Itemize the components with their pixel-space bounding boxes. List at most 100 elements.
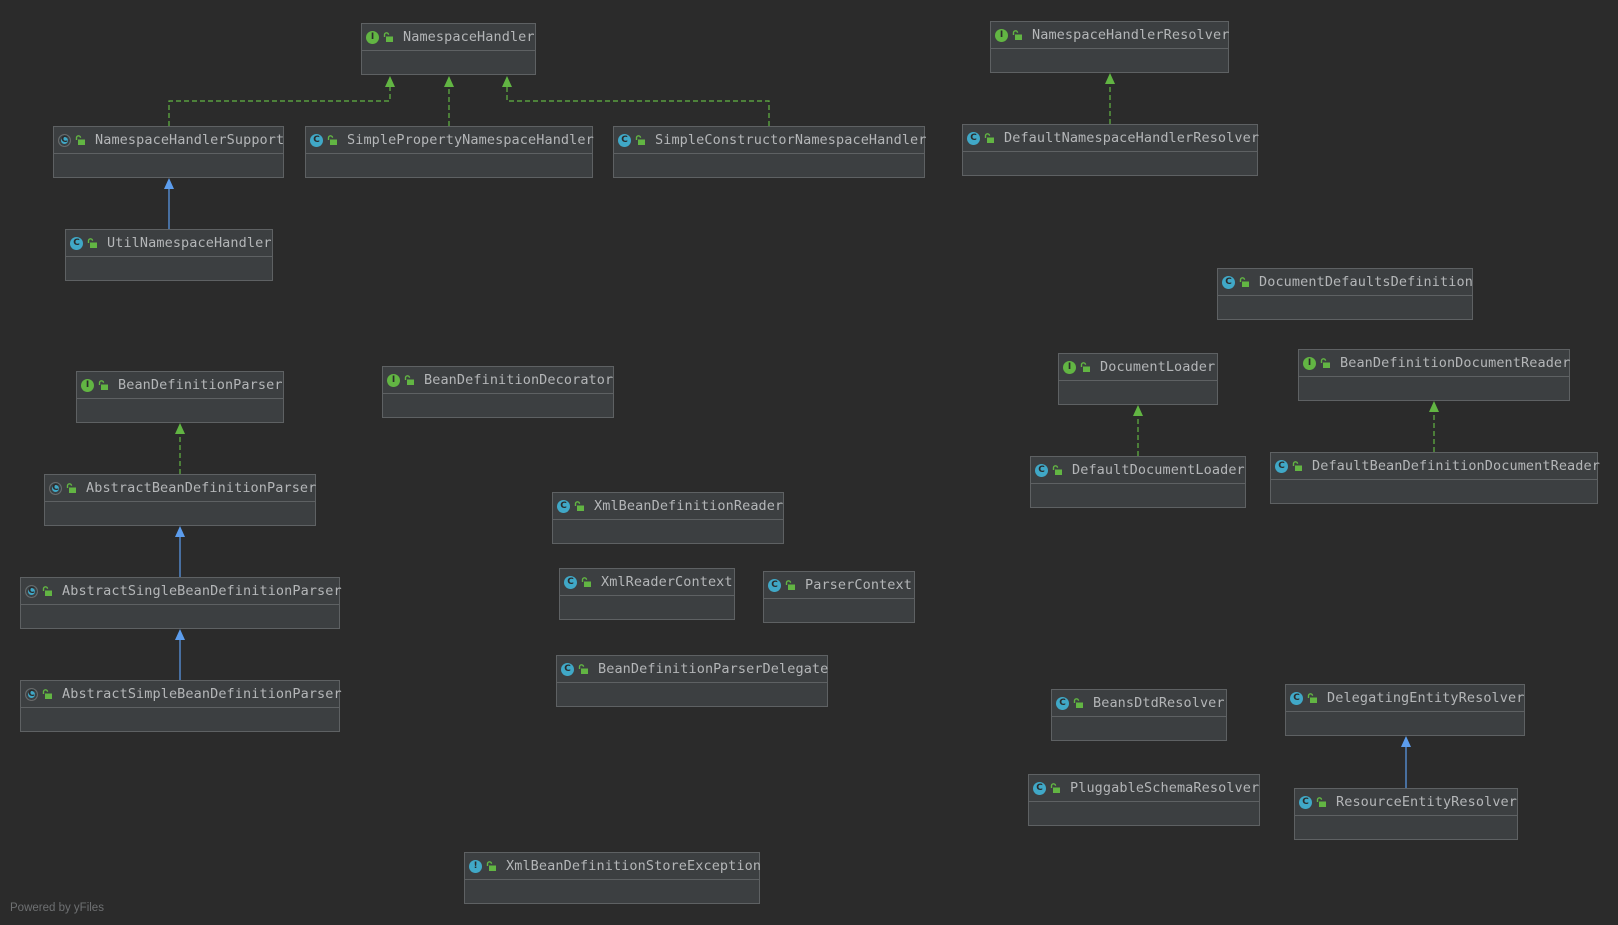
class-node-header: C AbstractBeanDefinitionParser bbox=[45, 475, 316, 502]
class-node-members bbox=[1295, 816, 1517, 836]
class-node-header: C DefaultBeanDefinitionDocumentReader bbox=[1271, 453, 1600, 480]
class-node-members bbox=[1052, 717, 1226, 737]
implements-edge-default-namespace-handler-resolver[interactable] bbox=[1105, 73, 1115, 124]
class-icon: C bbox=[1275, 459, 1288, 473]
class-node-document-defaults-definition[interactable]: C DocumentDefaultsDefinition bbox=[1217, 268, 1473, 320]
class-node-label: DelegatingEntityResolver bbox=[1327, 690, 1525, 706]
class-node-default-bean-definition-document-reader[interactable]: C DefaultBeanDefinitionDocumentReader bbox=[1270, 452, 1600, 504]
class-node-abstract-simple-bean-definition-parser[interactable]: C AbstractSimpleBeanDefinitionParser bbox=[20, 680, 342, 732]
class-node-members bbox=[557, 683, 827, 703]
public-visibility-icon bbox=[578, 664, 588, 674]
class-node-pluggable-schema-resolver[interactable]: C PluggableSchemaResolver bbox=[1028, 774, 1260, 826]
class-node-abstract-bean-definition-parser[interactable]: C AbstractBeanDefinitionParser bbox=[44, 474, 316, 526]
class-node-header: C DefaultDocumentLoader bbox=[1031, 457, 1245, 484]
class-node-xml-bean-definition-store-exception[interactable]: ! XmlBeanDefinitionStoreException bbox=[464, 852, 761, 904]
class-node-bean-definition-parser[interactable]: I BeanDefinitionParser bbox=[76, 371, 284, 423]
extends-edge-abstract-single-bean-definition-parser[interactable] bbox=[175, 526, 185, 577]
class-icon: C bbox=[618, 133, 631, 147]
implements-edge-namespace-handler-support[interactable] bbox=[168, 76, 395, 126]
public-visibility-icon bbox=[1292, 461, 1302, 471]
arrowhead-icon bbox=[502, 76, 512, 87]
class-node-delegating-entity-resolver[interactable]: C DelegatingEntityResolver bbox=[1285, 684, 1525, 736]
class-node-header: C DocumentDefaultsDefinition bbox=[1218, 269, 1473, 296]
class-node-label: DefaultBeanDefinitionDocumentReader bbox=[1312, 458, 1600, 474]
implements-edge-default-document-loader[interactable] bbox=[1133, 405, 1143, 456]
exception-class-icon: ! bbox=[469, 859, 482, 873]
extends-edge-abstract-simple-bean-definition-parser[interactable] bbox=[175, 629, 185, 680]
arrowhead-icon bbox=[444, 76, 454, 87]
class-icon: C bbox=[561, 662, 574, 676]
class-node-header: C DelegatingEntityResolver bbox=[1286, 685, 1524, 712]
class-node-simple-constructor-namespace-handler[interactable]: C SimpleConstructorNamespaceHandler bbox=[613, 126, 926, 178]
public-visibility-icon bbox=[486, 861, 496, 871]
class-node-beans-dtd-resolver[interactable]: C BeansDtdResolver bbox=[1051, 689, 1227, 741]
public-visibility-icon bbox=[42, 689, 52, 699]
class-node-members bbox=[553, 520, 783, 540]
class-node-label: BeanDefinitionDocumentReader bbox=[1340, 355, 1571, 371]
class-node-label: UtilNamespaceHandler bbox=[107, 235, 272, 251]
class-node-namespace-handler-support[interactable]: C NamespaceHandlerSupport bbox=[53, 126, 284, 178]
class-node-util-namespace-handler[interactable]: C UtilNamespaceHandler bbox=[65, 229, 273, 281]
class-node-members bbox=[991, 49, 1228, 69]
class-icon: C bbox=[1299, 795, 1312, 809]
class-node-namespace-handler[interactable]: I NamespaceHandler bbox=[361, 23, 536, 75]
interface-icon: I bbox=[387, 373, 400, 387]
arrowhead-icon bbox=[1133, 405, 1143, 416]
class-node-header: C SimpleConstructorNamespaceHandler bbox=[614, 127, 926, 154]
class-node-simple-property-namespace-handler[interactable]: C SimplePropertyNamespaceHandler bbox=[305, 126, 594, 178]
public-visibility-icon bbox=[383, 32, 393, 42]
class-node-members bbox=[1271, 480, 1597, 500]
class-node-header: C BeansDtdResolver bbox=[1052, 690, 1226, 717]
class-node-members bbox=[21, 708, 339, 728]
class-node-members bbox=[66, 257, 272, 277]
extends-edge-util-namespace-handler[interactable] bbox=[164, 178, 174, 229]
public-visibility-icon bbox=[1073, 698, 1083, 708]
extends-edge-resource-entity-resolver[interactable] bbox=[1401, 736, 1411, 788]
class-node-default-namespace-handler-resolver[interactable]: C DefaultNamespaceHandlerResolver bbox=[962, 124, 1259, 176]
class-icon: C bbox=[564, 575, 577, 589]
public-visibility-icon bbox=[1316, 797, 1326, 807]
class-node-label: SimplePropertyNamespaceHandler bbox=[347, 132, 594, 148]
implements-edge-default-bean-definition-document-reader[interactable] bbox=[1429, 401, 1439, 452]
implements-edge-simple-property-namespace-handler[interactable] bbox=[444, 76, 454, 126]
arrowhead-icon bbox=[164, 178, 174, 189]
class-node-xml-reader-context[interactable]: C XmlReaderContext bbox=[559, 568, 735, 620]
interface-icon: I bbox=[1063, 360, 1076, 374]
class-node-members bbox=[77, 399, 283, 419]
class-node-bean-definition-document-reader[interactable]: I BeanDefinitionDocumentReader bbox=[1298, 349, 1570, 401]
class-node-members bbox=[362, 51, 535, 71]
arrowhead-icon bbox=[385, 76, 395, 87]
public-visibility-icon bbox=[1239, 277, 1249, 287]
class-node-label: AbstractSimpleBeanDefinitionParser bbox=[62, 686, 342, 702]
class-node-bean-definition-decorator[interactable]: I BeanDefinitionDecorator bbox=[382, 366, 614, 418]
class-node-members bbox=[383, 394, 613, 414]
public-visibility-icon bbox=[1320, 358, 1330, 368]
public-visibility-icon bbox=[75, 135, 85, 145]
class-node-resource-entity-resolver[interactable]: C ResourceEntityResolver bbox=[1294, 788, 1518, 840]
class-node-header: C SimplePropertyNamespaceHandler bbox=[306, 127, 594, 154]
class-node-label: DocumentLoader bbox=[1100, 359, 1216, 375]
class-node-default-document-loader[interactable]: C DefaultDocumentLoader bbox=[1030, 456, 1246, 508]
class-node-header: C AbstractSimpleBeanDefinitionParser bbox=[21, 681, 342, 708]
public-visibility-icon bbox=[87, 238, 97, 248]
implements-edge-simple-constructor-namespace-handler[interactable] bbox=[502, 76, 770, 126]
class-node-bean-definition-parser-delegate[interactable]: C BeanDefinitionParserDelegate bbox=[556, 655, 828, 707]
arrowhead-icon bbox=[175, 423, 185, 434]
class-node-namespace-handler-resolver[interactable]: I NamespaceHandlerResolver bbox=[990, 21, 1229, 73]
public-visibility-icon bbox=[1050, 783, 1060, 793]
uml-diagram-canvas[interactable]: I NamespaceHandler I NamespaceHandlerResolv… bbox=[0, 0, 1618, 925]
class-node-xml-bean-definition-reader[interactable]: C XmlBeanDefinitionReader bbox=[552, 492, 784, 544]
implements-edge-abstract-bean-definition-parser[interactable] bbox=[175, 423, 185, 474]
arrowhead-icon bbox=[175, 526, 185, 537]
class-node-label: PluggableSchemaResolver bbox=[1070, 780, 1260, 796]
abstract-class-icon: C bbox=[49, 481, 62, 495]
class-node-document-loader[interactable]: I DocumentLoader bbox=[1058, 353, 1218, 405]
class-node-label: NamespaceHandler bbox=[403, 29, 535, 45]
class-node-members bbox=[963, 152, 1257, 172]
public-visibility-icon bbox=[327, 135, 337, 145]
class-node-header: ! XmlBeanDefinitionStoreException bbox=[465, 853, 761, 880]
class-node-header: C BeanDefinitionParserDelegate bbox=[557, 656, 828, 683]
interface-icon: I bbox=[995, 28, 1008, 42]
class-node-parser-context[interactable]: C ParserContext bbox=[763, 571, 915, 623]
class-node-abstract-single-bean-definition-parser[interactable]: C AbstractSingleBeanDefinitionParser bbox=[20, 577, 342, 629]
